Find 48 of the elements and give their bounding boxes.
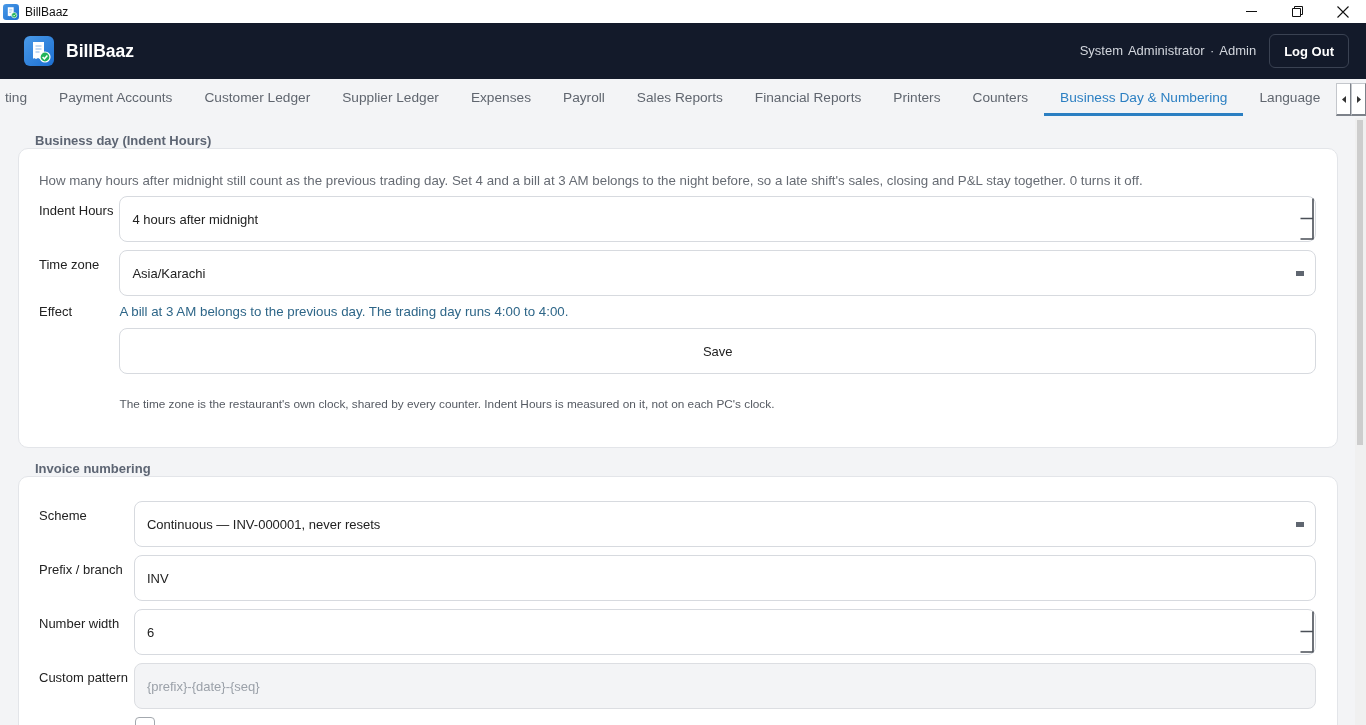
minimize-icon — [1245, 11, 1257, 12]
right-triangle-icon — [1356, 95, 1361, 103]
scrollbar-thumb[interactable] — [1357, 120, 1363, 445]
tab[interactable]: Counters — [956, 79, 1045, 116]
close-icon — [1337, 5, 1349, 18]
section-title: Business day (Indent Hours) — [34, 134, 212, 148]
field-label: Effect — [39, 304, 73, 320]
tab[interactable]: Payroll — [547, 79, 621, 116]
brand-logo-icon — [24, 36, 54, 66]
field-label: Time zone — [39, 256, 101, 273]
input-field[interactable]: INV — [133, 555, 1316, 601]
tab[interactable]: Financial Reports — [738, 79, 878, 116]
effect-text: A bill at 3 AM belongs to the previous day. The trading day runs 4:00 to 4:00. — [119, 304, 570, 320]
tab[interactable]: Supplier Ledger — [326, 79, 455, 116]
user-label: System Administrator · Admin — [1079, 43, 1257, 59]
tab[interactable]: ting — [0, 79, 44, 116]
restore-icon — [1291, 6, 1303, 17]
spin-box[interactable]: 4 hours after midnight — [119, 196, 1316, 242]
field-label: Number width — [39, 615, 121, 632]
stepper-icon[interactable] — [1300, 198, 1314, 240]
note-text: The time zone is the restaurant's own clock, shared by every counter. Indent Hours is measured on it, not on each PC's clock. — [119, 397, 776, 411]
window-title: BillBaaz — [25, 4, 69, 19]
scroll-right-button[interactable] — [1351, 83, 1366, 116]
stepper-icon[interactable] — [1300, 611, 1314, 653]
tab[interactable]: Language — [1243, 79, 1336, 116]
dropdown-marker-icon — [1296, 270, 1304, 276]
dropdown[interactable]: Continuous — INV-000001, never resets — [133, 501, 1316, 547]
field-label: Custom pattern — [39, 669, 128, 686]
app-logo-icon — [3, 3, 19, 20]
brand-name: BillBaaz — [66, 40, 135, 62]
tab[interactable]: Payment Accounts — [43, 79, 189, 116]
save-button[interactable]: Save — [119, 328, 1316, 374]
field-label: Scheme — [39, 507, 88, 524]
tab[interactable]: Sales Reports — [620, 79, 739, 116]
dropdown-marker-icon — [1296, 521, 1304, 527]
left-triangle-icon — [1341, 95, 1346, 103]
tab[interactable]: Customer Ledger — [188, 79, 327, 116]
field-label: Prefix / branch — [39, 561, 124, 578]
tab[interactable]: Expenses — [454, 79, 547, 116]
tab[interactable]: Business Day & Numbering — [1044, 79, 1244, 116]
logout-button[interactable]: Log Out — [1269, 34, 1349, 68]
tab[interactable]: Printers — [877, 79, 957, 116]
spin-box[interactable]: 6 — [133, 609, 1316, 655]
field-label: Indent Hours — [39, 202, 114, 219]
section-description: How many hours after midnight still count as the previous trading day. Set 4 and a bill at 3 AM belongs to the night before, so a late shift's sales, closing and P&L stay together. 0 turns it off. — [39, 173, 1144, 189]
section-title: Invoice numbering — [34, 462, 151, 476]
dropdown[interactable]: Asia/Karachi — [119, 250, 1316, 296]
scroll-left-button[interactable] — [1336, 83, 1351, 116]
